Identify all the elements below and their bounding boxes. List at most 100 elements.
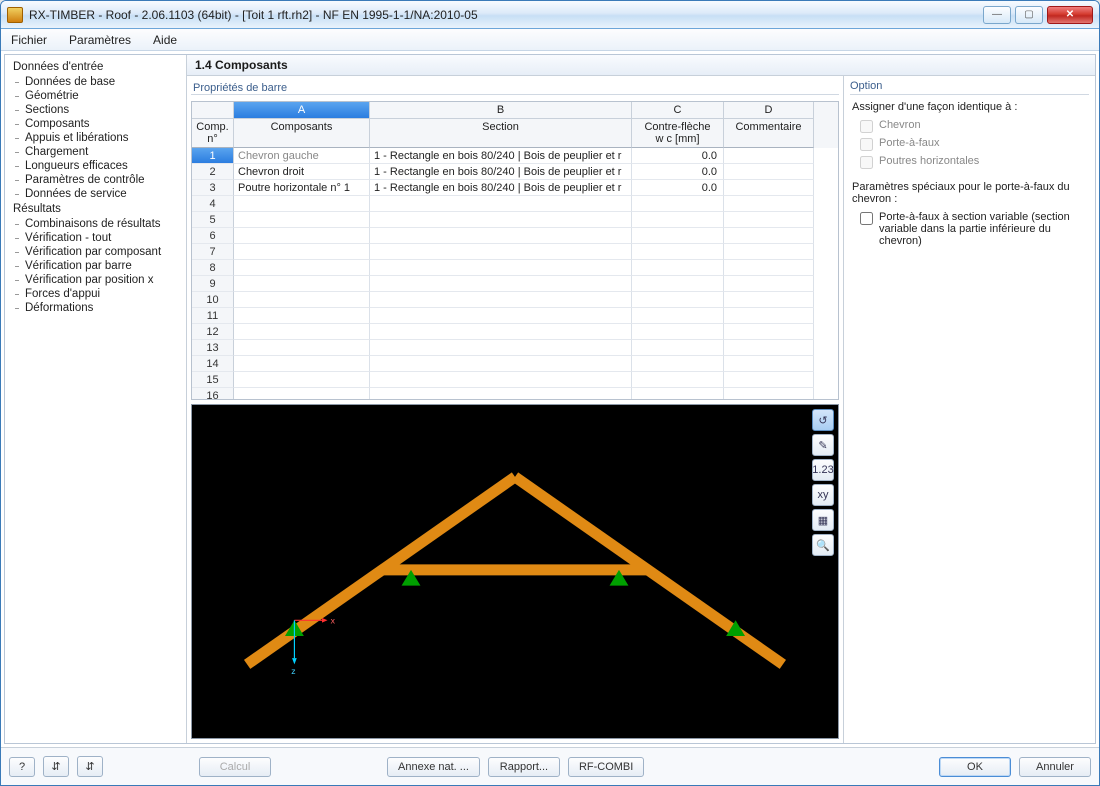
assign-chevron-checkbox[interactable] (860, 120, 873, 133)
cell-comment[interactable] (724, 212, 814, 228)
cell-section[interactable] (370, 260, 632, 276)
col-letter-a[interactable]: A (234, 102, 370, 119)
special-variable-section[interactable]: Porte-à-faux à section variable (section… (850, 209, 1089, 249)
tool-zoom[interactable]: 🔍 (812, 534, 834, 556)
cell-camber[interactable] (632, 196, 724, 212)
assign-poutres-checkbox[interactable] (860, 156, 873, 169)
cell-camber[interactable]: 0.0 (632, 180, 724, 196)
table-row[interactable]: 8 (192, 260, 838, 276)
cell-comment[interactable] (724, 308, 814, 324)
cell-camber[interactable] (632, 276, 724, 292)
table-row[interactable]: 7 (192, 244, 838, 260)
cell-component[interactable] (234, 324, 370, 340)
cell-component[interactable] (234, 196, 370, 212)
tree-item-results-6[interactable]: Déformations (7, 301, 184, 315)
tree-item-input-6[interactable]: Longueurs efficaces (7, 159, 184, 173)
cell-component[interactable] (234, 308, 370, 324)
cell-comment[interactable] (724, 388, 814, 399)
table-row[interactable]: 2Chevron droit1 - Rectangle en bois 80/2… (192, 164, 838, 180)
close-button[interactable]: ✕ (1047, 6, 1093, 24)
tree-item-input-8[interactable]: Données de service (7, 187, 184, 201)
row-number[interactable]: 10 (192, 292, 234, 308)
col-letter-c[interactable]: C (632, 102, 724, 119)
cell-section[interactable] (370, 212, 632, 228)
tree-item-input-0[interactable]: Données de base (7, 75, 184, 89)
menu-help[interactable]: Aide (149, 31, 181, 49)
row-number[interactable]: 8 (192, 260, 234, 276)
table-row[interactable]: 6 (192, 228, 838, 244)
row-number[interactable]: 15 (192, 372, 234, 388)
special-variable-section-checkbox[interactable] (860, 212, 873, 225)
cell-comment[interactable] (724, 196, 814, 212)
cell-camber[interactable] (632, 308, 724, 324)
cell-section[interactable]: 1 - Rectangle en bois 80/240 | Bois de p… (370, 180, 632, 196)
row-number[interactable]: 14 (192, 356, 234, 372)
col-letter-b[interactable]: B (370, 102, 632, 119)
menu-parameters[interactable]: Paramètres (65, 31, 135, 49)
row-number[interactable]: 4 (192, 196, 234, 212)
report-button[interactable]: Rapport... (488, 757, 560, 777)
cell-camber[interactable]: 0.0 (632, 148, 724, 164)
cell-section[interactable] (370, 308, 632, 324)
cell-section[interactable]: 1 - Rectangle en bois 80/240 | Bois de p… (370, 148, 632, 164)
tree-item-input-4[interactable]: Appuis et libérations (7, 131, 184, 145)
io-button-2[interactable]: ⇵ (77, 756, 103, 777)
table-row[interactable]: 12 (192, 324, 838, 340)
tree-item-results-1[interactable]: Vérification - tout (7, 231, 184, 245)
cell-comment[interactable] (724, 356, 814, 372)
table-row[interactable]: 14 (192, 356, 838, 372)
cell-section[interactable] (370, 196, 632, 212)
cell-comment[interactable] (724, 292, 814, 308)
tool-orbit[interactable]: ↺ (812, 409, 834, 431)
cell-camber[interactable] (632, 292, 724, 308)
cell-section[interactable] (370, 372, 632, 388)
cell-camber[interactable] (632, 212, 724, 228)
cell-section[interactable] (370, 356, 632, 372)
cell-component[interactable] (234, 340, 370, 356)
row-number[interactable]: 12 (192, 324, 234, 340)
assign-porteafaux-checkbox[interactable] (860, 138, 873, 151)
help-button[interactable]: ? (9, 757, 35, 777)
cell-section[interactable] (370, 292, 632, 308)
row-number[interactable]: 1 (192, 148, 234, 164)
tool-values[interactable]: 1.23 (812, 459, 834, 481)
tree-item-results-5[interactable]: Forces d'appui (7, 287, 184, 301)
cell-camber[interactable] (632, 260, 724, 276)
cell-camber[interactable] (632, 356, 724, 372)
nav-tree[interactable]: Données d'entrée Données de baseGéométri… (5, 55, 187, 743)
cell-comment[interactable] (724, 244, 814, 260)
maximize-button[interactable]: ▢ (1015, 6, 1043, 24)
cell-section[interactable] (370, 228, 632, 244)
tree-item-input-7[interactable]: Paramètres de contrôle (7, 173, 184, 187)
cell-camber[interactable] (632, 340, 724, 356)
cell-comment[interactable] (724, 276, 814, 292)
row-number[interactable]: 16 (192, 388, 234, 399)
table-row[interactable]: 3Poutre horizontale n° 11 - Rectangle en… (192, 180, 838, 196)
row-number[interactable]: 7 (192, 244, 234, 260)
cell-section[interactable] (370, 388, 632, 399)
tree-group-input[interactable]: Données d'entrée (7, 59, 184, 75)
row-number[interactable]: 6 (192, 228, 234, 244)
cell-component[interactable] (234, 372, 370, 388)
annex-button[interactable]: Annexe nat. ... (387, 757, 480, 777)
cell-camber[interactable] (632, 324, 724, 340)
cell-section[interactable] (370, 340, 632, 356)
tree-item-input-3[interactable]: Composants (7, 117, 184, 131)
cell-comment[interactable] (724, 148, 814, 164)
cell-comment[interactable] (724, 260, 814, 276)
cancel-button[interactable]: Annuler (1019, 757, 1091, 777)
cell-camber[interactable] (632, 244, 724, 260)
cell-camber[interactable] (632, 388, 724, 399)
ok-button[interactable]: OK (939, 757, 1011, 777)
assign-porteafaux[interactable]: Porte-à-faux (850, 135, 1089, 153)
components-grid[interactable]: A B C D Comp. n° Composants Section Cont… (191, 101, 839, 400)
cell-component[interactable]: Chevron droit (234, 164, 370, 180)
rfcombi-button[interactable]: RF-COMBI (568, 757, 644, 777)
cell-section[interactable]: 1 - Rectangle en bois 80/240 | Bois de p… (370, 164, 632, 180)
cell-component[interactable]: Chevron gauche (234, 148, 370, 164)
cell-component[interactable] (234, 212, 370, 228)
cell-component[interactable] (234, 356, 370, 372)
tool-edit[interactable]: ✎ (812, 434, 834, 456)
cell-camber[interactable]: 0.0 (632, 164, 724, 180)
cell-comment[interactable] (724, 228, 814, 244)
